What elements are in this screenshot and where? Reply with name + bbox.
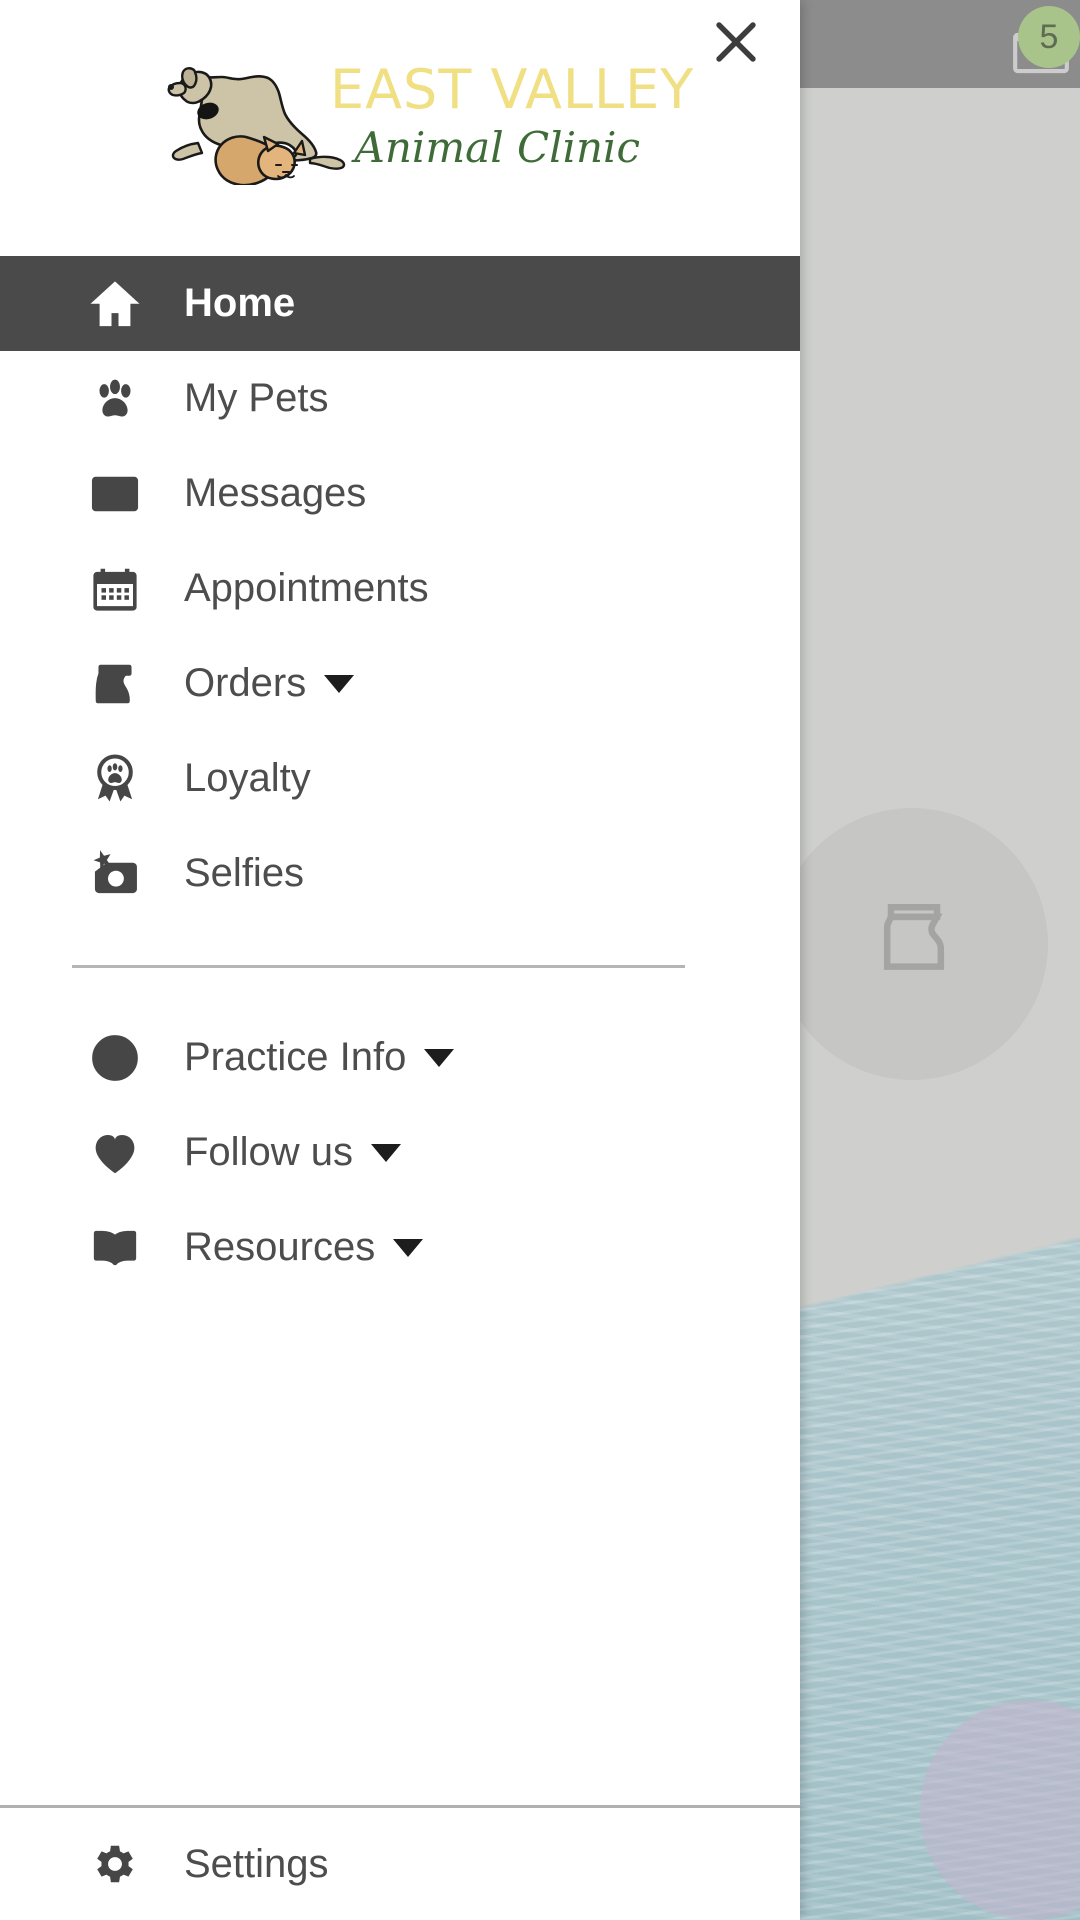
- chevron-down-icon[interactable]: [393, 1238, 424, 1257]
- drawer-header: EAST VALLEY Animal Clinic: [0, 0, 800, 256]
- menu-label-appointments: Appointments: [184, 566, 429, 610]
- menu-item-follow-us[interactable]: Follow us: [0, 1105, 800, 1200]
- clinic-logo: EAST VALLEY Animal Clinic: [0, 0, 800, 256]
- follow-us-label-group: Follow us: [146, 1130, 401, 1175]
- menu-label-resources: Resources: [184, 1225, 376, 1269]
- paw-icon: [84, 368, 146, 430]
- menu-label-follow-us: Follow us: [184, 1130, 353, 1174]
- medal-paw-icon: [84, 748, 146, 810]
- menu-label-messages: Messages: [184, 471, 367, 515]
- calendar-icon: [84, 558, 146, 620]
- menu-item-appointments[interactable]: Appointments: [0, 541, 800, 636]
- menu-label-settings: Settings: [184, 1841, 329, 1886]
- clinic-name-line1: EAST VALLEY: [330, 58, 695, 121]
- menu-item-resources[interactable]: Resources: [0, 1200, 800, 1295]
- logo-text: EAST VALLEY Animal Clinic: [330, 58, 695, 172]
- unread-badge: 5: [1018, 6, 1080, 68]
- menu-item-practice-info[interactable]: Practice Info: [0, 1010, 800, 1105]
- practice-info-label-group: Practice Info: [146, 1035, 455, 1080]
- menu-label-home: Home: [184, 281, 296, 325]
- menu-label-practice-info: Practice Info: [184, 1035, 407, 1079]
- drawer-menu: Home My Pets Messages Appointments Order…: [0, 256, 800, 1805]
- orders-label-group: Orders: [146, 661, 355, 706]
- envelope-icon: [84, 463, 146, 525]
- menu-item-messages[interactable]: Messages: [0, 446, 800, 541]
- menu-item-settings[interactable]: Settings: [0, 1808, 800, 1920]
- gear-icon: [84, 1833, 146, 1895]
- badge-count: 5: [1039, 18, 1059, 56]
- chevron-down-icon[interactable]: [324, 674, 355, 693]
- resources-label-group: Resources: [146, 1225, 424, 1270]
- menu-label-loyalty: Loyalty: [184, 756, 311, 800]
- menu-item-home[interactable]: Home: [0, 256, 800, 351]
- menu-label-orders: Orders: [184, 661, 307, 705]
- menu-item-my-pets[interactable]: My Pets: [0, 351, 800, 446]
- home-icon: [84, 273, 146, 335]
- food-bag-icon: [84, 653, 146, 715]
- chevron-down-icon[interactable]: [424, 1048, 455, 1067]
- heart-icon: [84, 1122, 146, 1184]
- menu-label-my-pets: My Pets: [184, 376, 329, 420]
- chevron-down-icon[interactable]: [370, 1143, 401, 1162]
- open-book-icon: [84, 1217, 146, 1279]
- menu-item-orders[interactable]: Orders: [0, 636, 800, 731]
- camera-star-icon: [84, 843, 146, 905]
- screen: 5 EAST VALLEY Animal Clinic Home My Pets…: [0, 0, 1080, 1920]
- info-circle-icon: [84, 1027, 146, 1089]
- menu-label-selfies: Selfies: [184, 851, 305, 895]
- food-bag-icon: [868, 890, 960, 982]
- menu-item-loyalty[interactable]: Loyalty: [0, 731, 800, 826]
- clinic-name-line2: Animal Clinic: [354, 122, 640, 172]
- drawer-footer: Settings: [0, 1805, 800, 1920]
- navigation-drawer: EAST VALLEY Animal Clinic Home My Pets M…: [0, 0, 800, 1920]
- menu-item-selfies[interactable]: Selfies: [0, 826, 800, 921]
- menu-divider: [72, 965, 685, 968]
